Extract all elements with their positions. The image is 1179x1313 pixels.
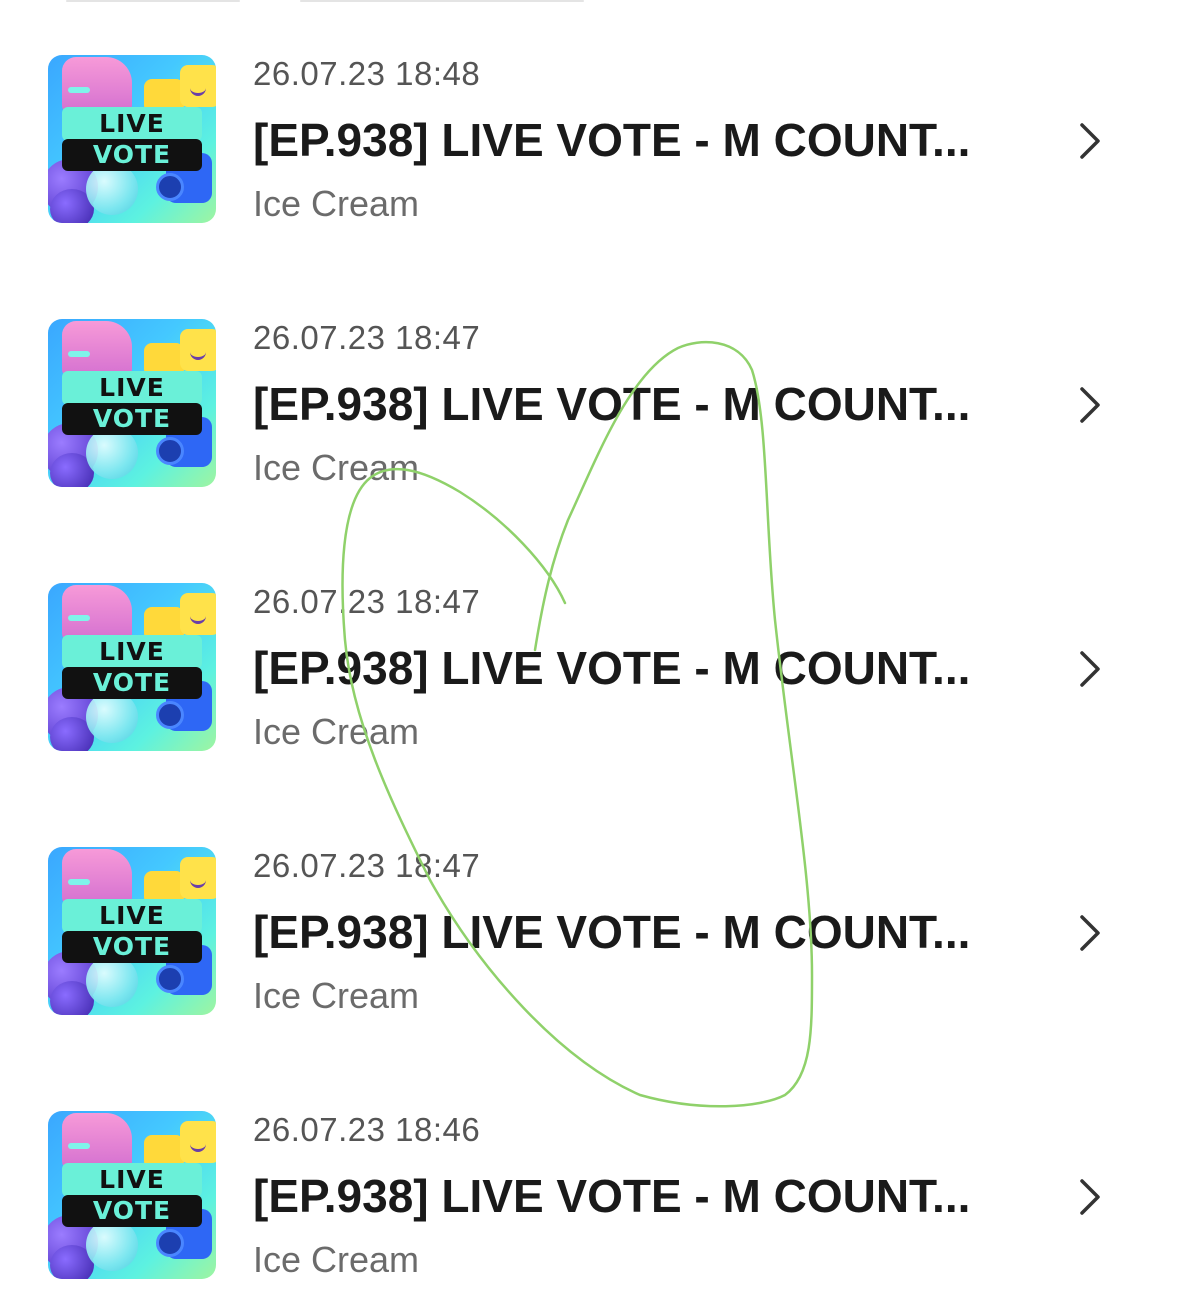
item-timestamp: 26.07.23 18:47 bbox=[253, 847, 481, 884]
thumbnail-label-bottom: VOTE bbox=[62, 403, 202, 435]
thumbnail-label-bottom: VOTE bbox=[62, 1195, 202, 1227]
thumbnail-label-top: LIVE bbox=[62, 635, 202, 669]
item-timestamp: 26.07.23 18:47 bbox=[253, 319, 481, 356]
item-artist: Ice Cream bbox=[253, 183, 420, 224]
chevron-right-icon[interactable] bbox=[1072, 383, 1108, 427]
item-artist: Ice Cream bbox=[253, 711, 420, 752]
thumbnail-image: LIVE VOTE bbox=[48, 847, 216, 1015]
thumbnail-label-bottom: VOTE bbox=[62, 667, 202, 699]
thumbnail-label-top: LIVE bbox=[62, 1163, 202, 1197]
thumbnail-label-bottom: VOTE bbox=[62, 931, 202, 963]
item-title: [EP.938] LIVE VOTE - M COUNT... bbox=[253, 378, 971, 430]
thumbnail-image: LIVE VOTE bbox=[48, 55, 216, 223]
item-title: [EP.938] LIVE VOTE - M COUNT... bbox=[253, 114, 971, 166]
top-tab-indicator bbox=[66, 0, 240, 2]
thumbnail-image: LIVE VOTE bbox=[48, 319, 216, 487]
item-timestamp: 26.07.23 18:46 bbox=[253, 1111, 481, 1148]
list-item[interactable]: LIVE VOTE 26.07.23 18:47 [EP.938] LIVE V… bbox=[0, 847, 1179, 1017]
top-tab-indicator bbox=[300, 0, 584, 2]
top-tab-indicators bbox=[0, 0, 1179, 4]
item-artist: Ice Cream bbox=[253, 447, 420, 488]
chevron-right-icon[interactable] bbox=[1072, 911, 1108, 955]
chevron-right-icon[interactable] bbox=[1072, 647, 1108, 691]
thumbnail-label-bottom: VOTE bbox=[62, 139, 202, 171]
item-artist: Ice Cream bbox=[253, 975, 420, 1016]
thumbnail-image: LIVE VOTE bbox=[48, 583, 216, 751]
item-title: [EP.938] LIVE VOTE - M COUNT... bbox=[253, 642, 971, 694]
chevron-right-icon[interactable] bbox=[1072, 119, 1108, 163]
list-item[interactable]: LIVE VOTE 26.07.23 18:46 [EP.938] LIVE V… bbox=[0, 1111, 1179, 1281]
item-artist: Ice Cream bbox=[253, 1239, 420, 1280]
thumbnail-label-top: LIVE bbox=[62, 371, 202, 405]
item-title: [EP.938] LIVE VOTE - M COUNT... bbox=[253, 1170, 971, 1222]
item-timestamp: 26.07.23 18:47 bbox=[253, 583, 481, 620]
item-timestamp: 26.07.23 18:48 bbox=[253, 55, 481, 92]
chevron-right-icon[interactable] bbox=[1072, 1175, 1108, 1219]
list-item[interactable]: LIVE VOTE 26.07.23 18:47 [EP.938] LIVE V… bbox=[0, 583, 1179, 753]
thumbnail-label-top: LIVE bbox=[62, 107, 202, 141]
thumbnail-label-top: LIVE bbox=[62, 899, 202, 933]
thumbnail-image: LIVE VOTE bbox=[48, 1111, 216, 1279]
list-item[interactable]: LIVE VOTE 26.07.23 18:48 [EP.938] LIVE V… bbox=[0, 55, 1179, 225]
list-item[interactable]: LIVE VOTE 26.07.23 18:47 [EP.938] LIVE V… bbox=[0, 319, 1179, 489]
item-title: [EP.938] LIVE VOTE - M COUNT... bbox=[253, 906, 971, 958]
